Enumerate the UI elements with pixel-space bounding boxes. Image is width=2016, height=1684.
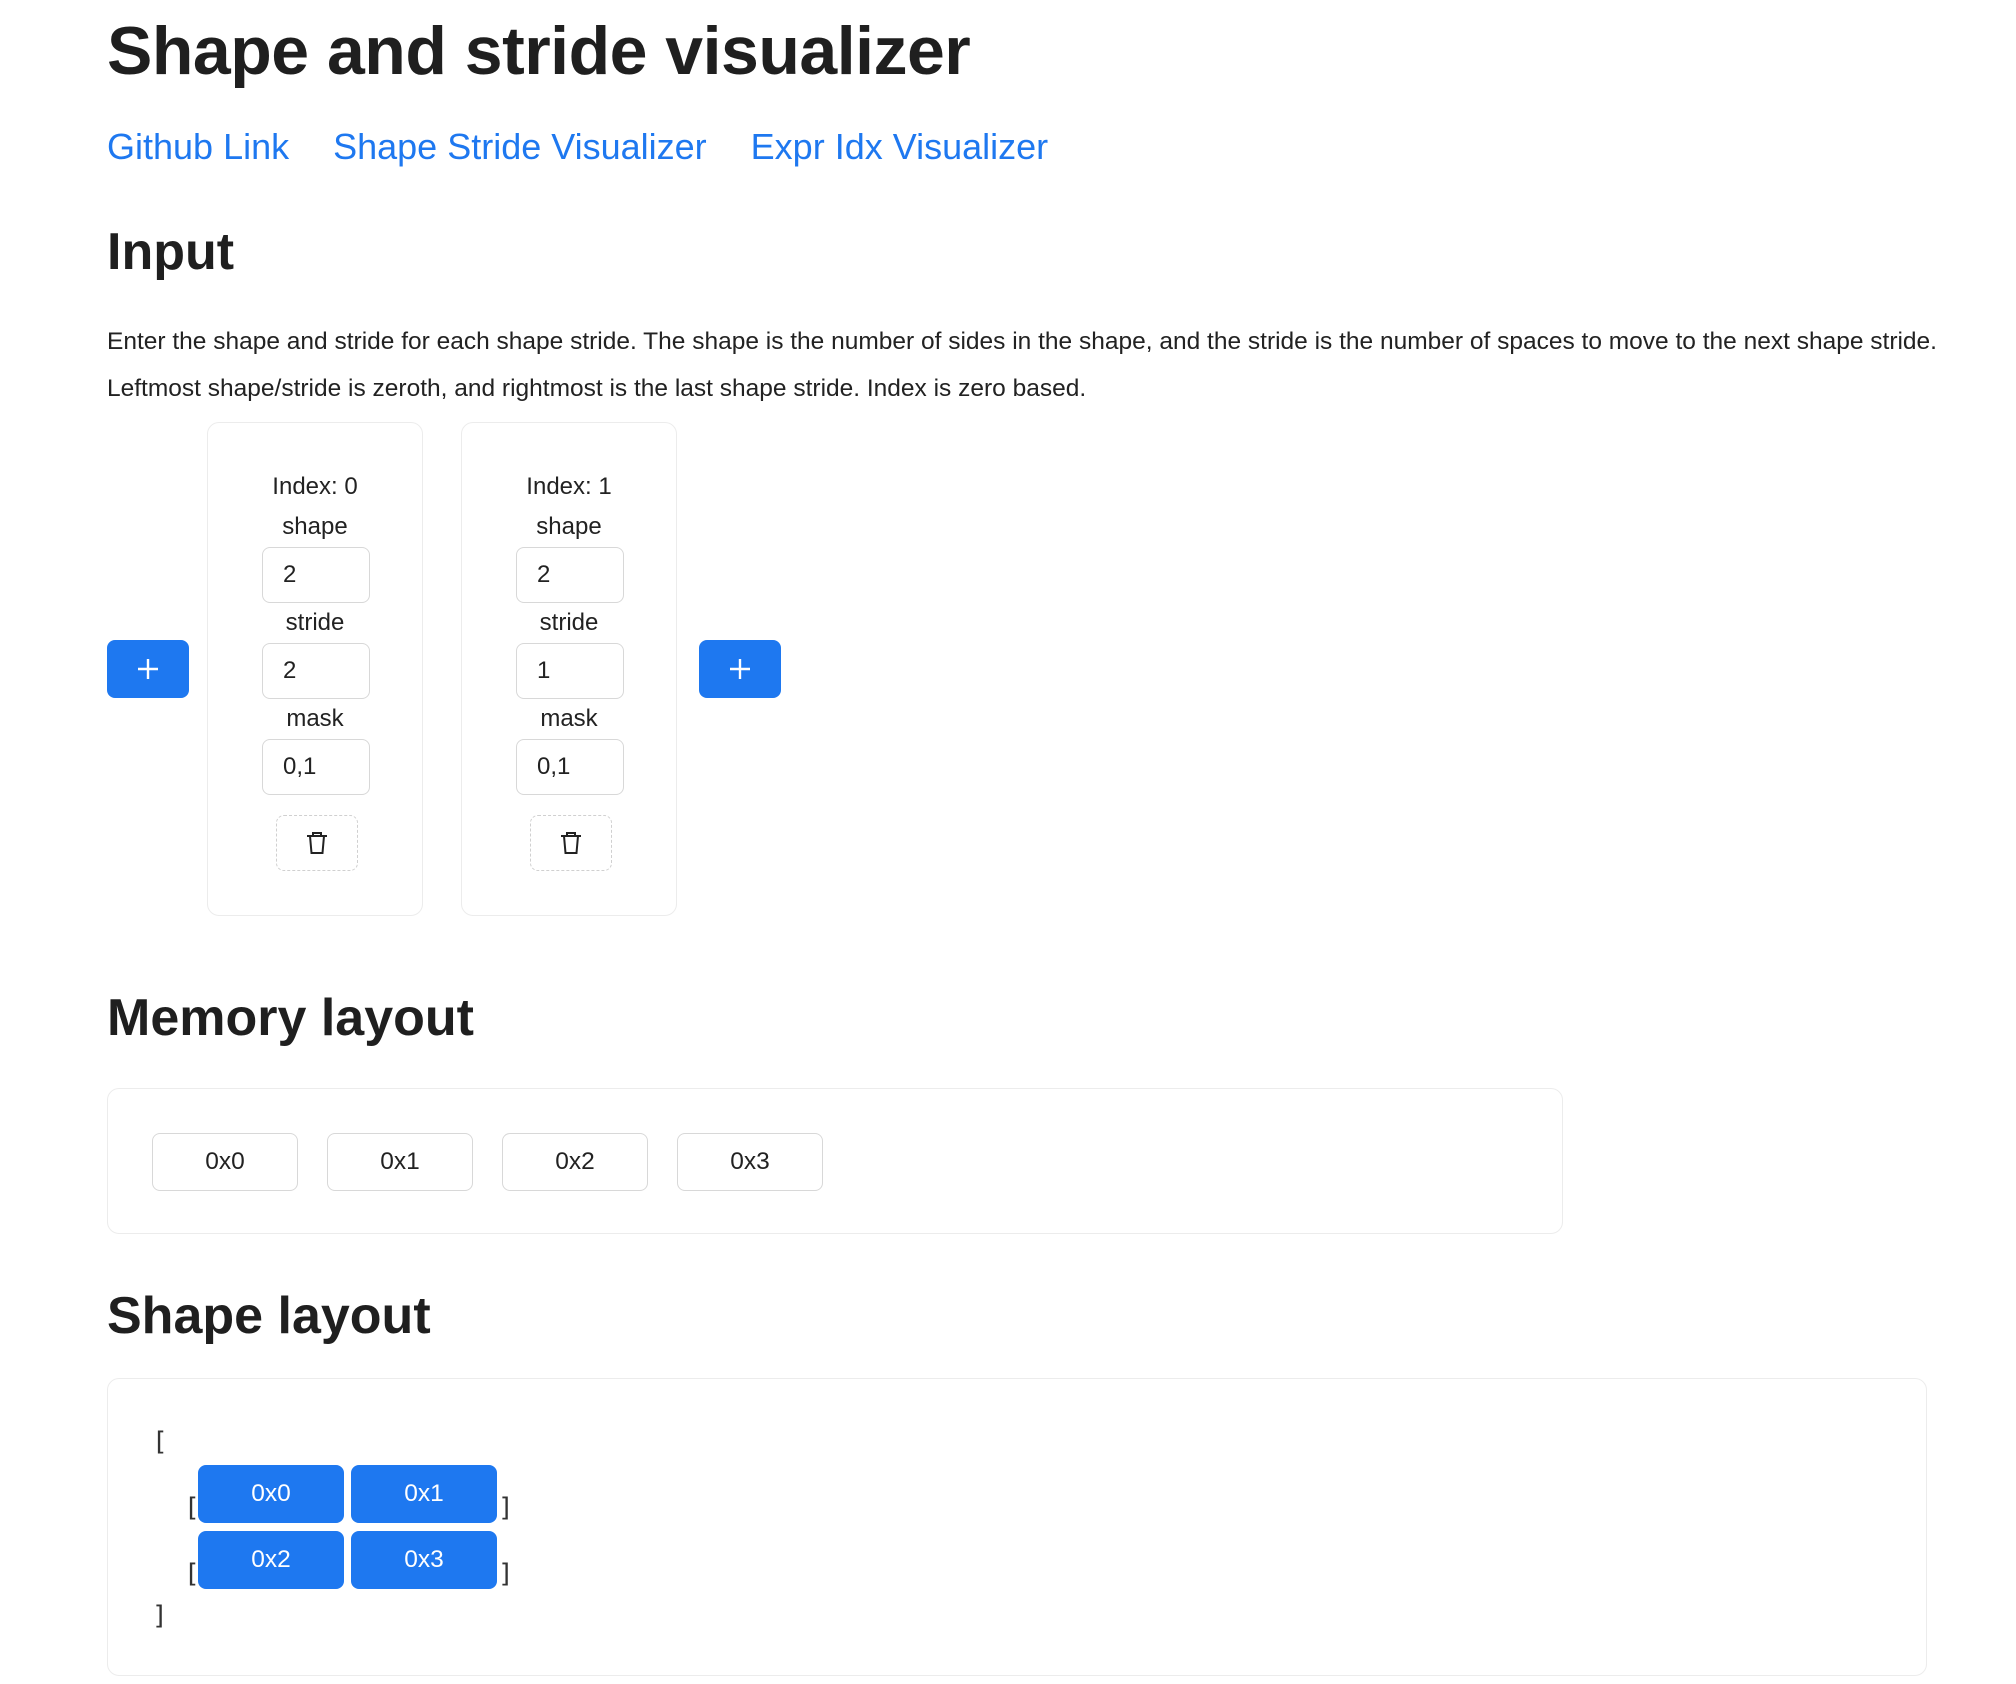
mask-input[interactable] [516, 739, 624, 795]
memory-layout-heading: Memory layout [107, 989, 474, 1047]
shape-label: shape [536, 513, 602, 540]
trash-icon [307, 832, 327, 854]
shape-input[interactable] [516, 547, 624, 603]
memory-layout-panel: 0x0 0x1 0x2 0x3 [107, 1088, 1563, 1234]
shape-cell[interactable]: 0x3 [351, 1531, 497, 1589]
memory-cell[interactable]: 0x0 [152, 1133, 298, 1191]
input-heading: Input [107, 223, 235, 281]
add-right-button[interactable] [699, 640, 781, 698]
outer-open-bracket: [ [152, 1427, 168, 1457]
row-close-bracket: ] [498, 1493, 514, 1523]
index-label: Index: 1 [526, 473, 612, 500]
trash-icon [561, 832, 581, 854]
row-close-bracket: ] [498, 1559, 514, 1589]
stride-label: stride [285, 609, 345, 636]
input-description: Enter the shape and stride for each shap… [107, 328, 1937, 402]
nav-link-shape-stride[interactable]: Shape Stride Visualizer [333, 126, 707, 168]
stride-input[interactable] [516, 643, 624, 699]
shape-input[interactable] [262, 547, 370, 603]
memory-cell[interactable]: 0x3 [677, 1133, 823, 1191]
memory-cell[interactable]: 0x1 [327, 1133, 473, 1191]
page-title: Shape and stride visualizer [107, 13, 971, 89]
memory-cell[interactable]: 0x2 [502, 1133, 648, 1191]
stride-label: stride [539, 609, 599, 636]
plus-icon [138, 659, 158, 679]
stride-input[interactable] [262, 643, 370, 699]
shape-stride-card-1: Index: 1 shape stride mask [461, 422, 677, 916]
shape-label: shape [282, 513, 348, 540]
add-left-button[interactable] [107, 640, 189, 698]
shape-cell[interactable]: 0x1 [351, 1465, 497, 1523]
mask-input[interactable] [262, 739, 370, 795]
nav-links: Github Link Shape Stride Visualizer Expr… [107, 126, 1048, 168]
shape-cell[interactable]: 0x2 [198, 1531, 344, 1589]
shape-cell[interactable]: 0x0 [198, 1465, 344, 1523]
shape-layout-panel: [ [ 0x0 0x1 ] [ 0x2 0x3 ] ] [107, 1378, 1927, 1676]
nav-link-github[interactable]: Github Link [107, 126, 289, 168]
delete-button[interactable] [530, 815, 612, 871]
plus-icon [730, 659, 750, 679]
shape-layout-heading: Shape layout [107, 1287, 431, 1345]
index-label: Index: 0 [272, 473, 358, 500]
nav-link-expr-idx[interactable]: Expr Idx Visualizer [751, 126, 1048, 168]
outer-close-bracket: ] [152, 1601, 168, 1631]
mask-label: mask [540, 705, 598, 732]
delete-button[interactable] [276, 815, 358, 871]
shape-stride-card-0: Index: 0 shape stride mask [207, 422, 423, 916]
mask-label: mask [286, 705, 344, 732]
